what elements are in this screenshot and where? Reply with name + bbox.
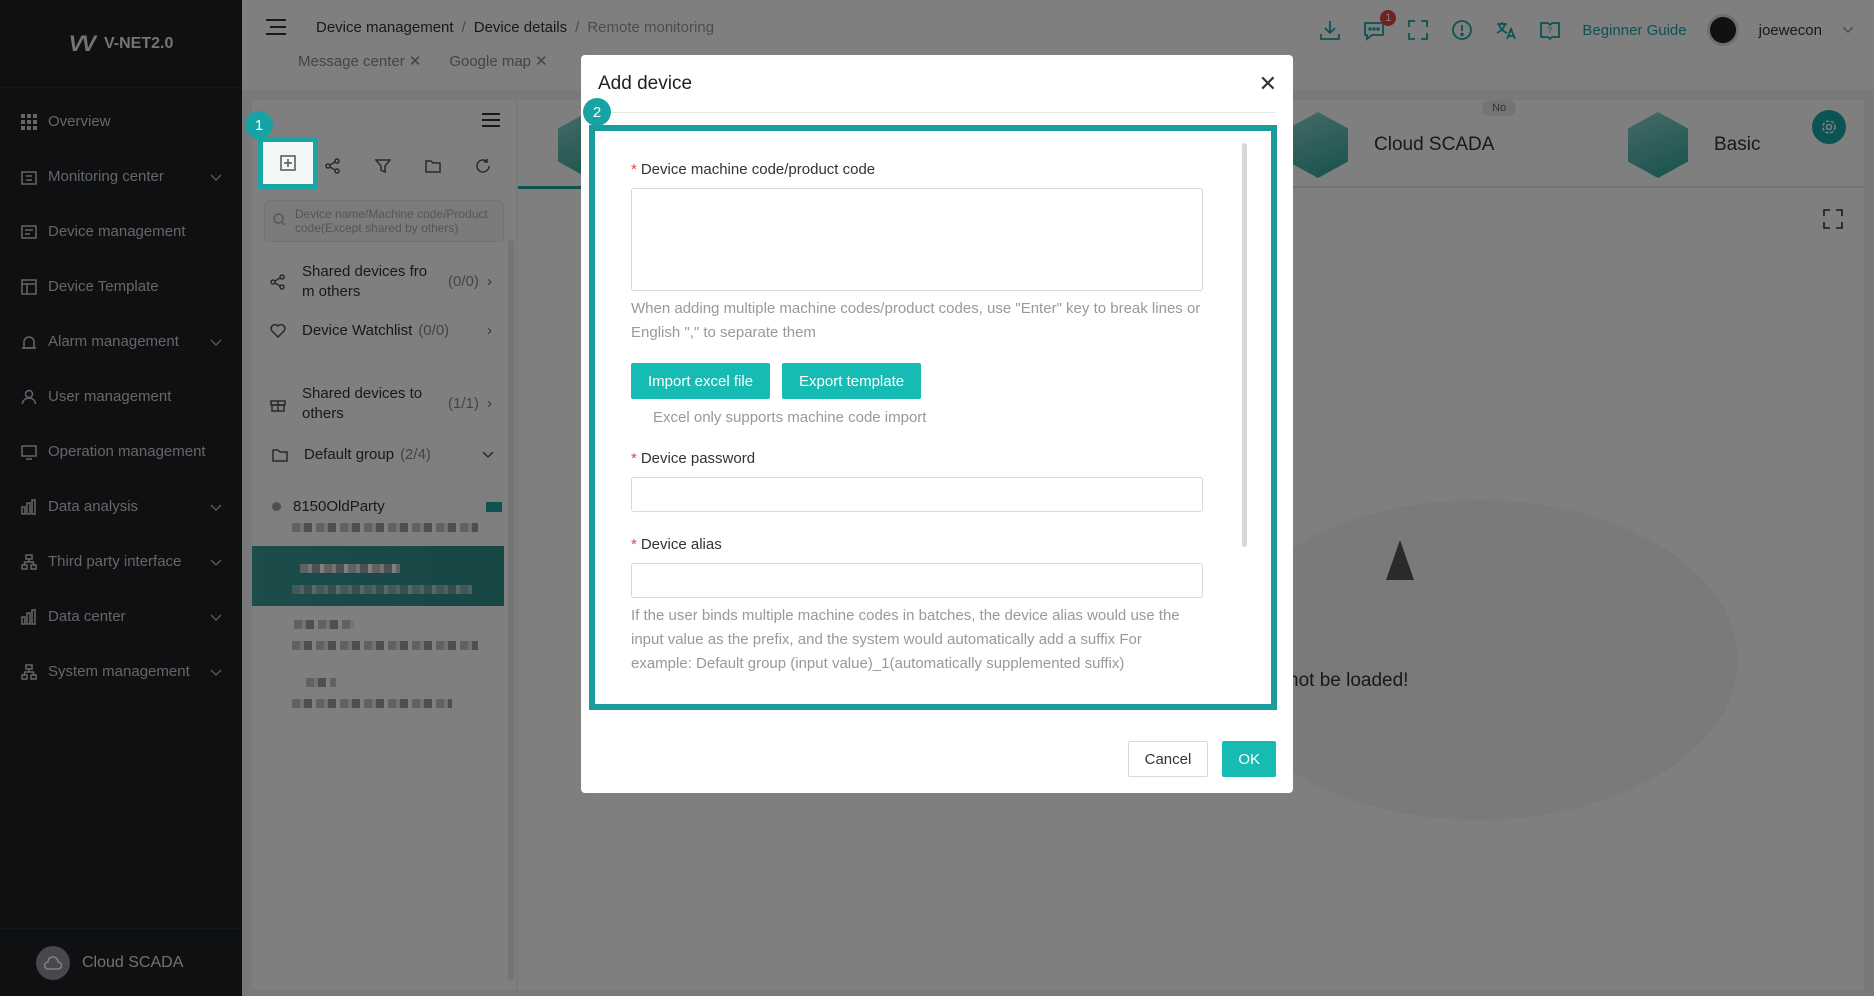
device-alias-input[interactable] <box>631 563 1203 598</box>
add-device-highlight[interactable] <box>258 137 318 189</box>
machine-code-label: * Device machine code/product code <box>631 161 876 178</box>
cancel-button[interactable]: Cancel <box>1127 741 1209 777</box>
machine-code-textarea[interactable] <box>631 188 1203 291</box>
step-marker-2: 2 <box>583 98 611 126</box>
device-password-input[interactable] <box>631 477 1203 512</box>
machine-code-hint: When adding multiple machine codes/produ… <box>631 300 1201 341</box>
dialog-form: * Device machine code/product code When a… <box>589 125 1277 710</box>
import-excel-button[interactable]: Import excel file <box>631 363 771 399</box>
excel-note: Excel only supports machine code import <box>653 409 927 426</box>
label-text: Device alias <box>640 536 722 553</box>
export-template-button[interactable]: Export template <box>782 363 922 399</box>
step-marker-1: 1 <box>245 111 273 139</box>
alias-hint: If the user binds multiple machine codes… <box>631 607 1180 672</box>
ok-button[interactable]: OK <box>1222 741 1276 777</box>
add-device-dialog: Add device ✕ * Device machine code/produc… <box>581 55 1293 793</box>
dialog-title: Add device <box>598 73 693 94</box>
scrollbar[interactable] <box>1242 143 1247 547</box>
label-text: Device machine code/product code <box>640 161 876 178</box>
label-text: Device password <box>640 450 756 467</box>
password-label: * Device password <box>631 450 756 467</box>
alias-label: * Device alias <box>631 536 722 553</box>
close-icon[interactable]: ✕ <box>1259 71 1277 97</box>
